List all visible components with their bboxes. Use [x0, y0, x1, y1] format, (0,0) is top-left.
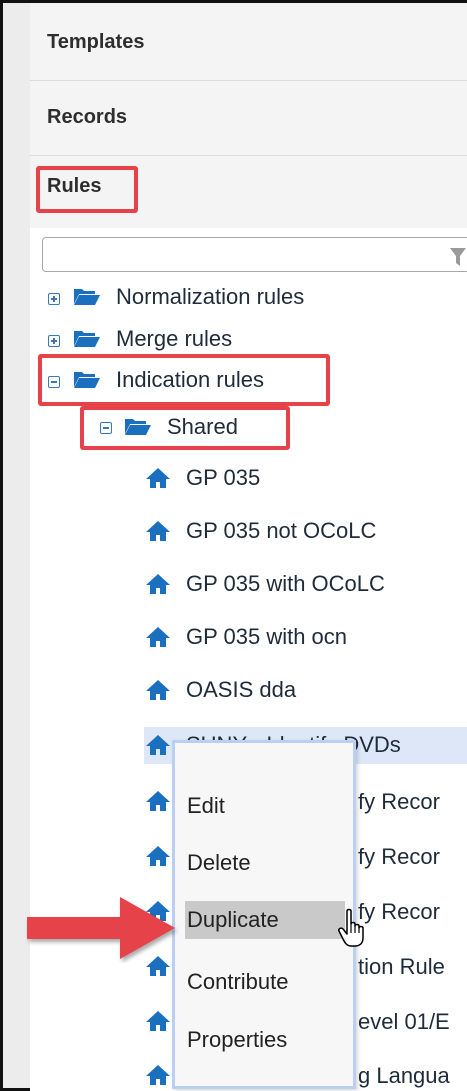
rule-item[interactable]: OASIS dda: [186, 676, 296, 704]
rule-item-partial[interactable]: fy Recor: [358, 788, 440, 816]
tree-filter-input[interactable]: [42, 237, 467, 272]
annotation-rules: [36, 166, 138, 213]
arrow-icon: [27, 897, 175, 959]
tree-node-shared[interactable]: Shared: [167, 413, 238, 441]
home-icon: [146, 574, 170, 594]
rule-item[interactable]: GP 035: [186, 464, 260, 492]
collapse-icon[interactable]: [48, 376, 60, 388]
accordion-records[interactable]: Records: [30, 81, 467, 156]
expand-icon[interactable]: [48, 293, 60, 305]
rule-item-partial[interactable]: g Langua: [358, 1062, 450, 1090]
folder-icon: [74, 331, 100, 347]
home-icon: [146, 735, 170, 755]
rule-item[interactable]: GP 035 with ocn: [186, 623, 347, 651]
menu-item-delete[interactable]: Delete: [187, 844, 251, 882]
menu-item-edit[interactable]: Edit: [187, 787, 225, 825]
tree-node-indication-rules[interactable]: Indication rules: [116, 366, 264, 394]
menu-item-contribute[interactable]: Contribute: [187, 963, 289, 1001]
home-icon: [146, 846, 170, 866]
rule-item-partial[interactable]: fy Recor: [358, 843, 440, 871]
home-icon: [146, 791, 170, 811]
home-icon: [146, 1065, 170, 1085]
folder-icon: [74, 289, 100, 305]
hand-cursor-icon: [338, 908, 364, 947]
rule-item[interactable]: GP 035 with OCoLC: [186, 570, 385, 598]
tree-node-merge-rules[interactable]: Merge rules: [116, 325, 232, 353]
folder-open-icon: [125, 419, 151, 435]
home-icon: [146, 680, 170, 700]
context-menu: Edit Delete Duplicate Contribute Propert…: [172, 740, 356, 1089]
home-icon: [146, 521, 170, 541]
rule-item-partial[interactable]: tion Rule: [358, 953, 445, 981]
menu-item-properties[interactable]: Properties: [187, 1021, 287, 1059]
accordion-templates[interactable]: Templates: [30, 3, 467, 81]
home-icon: [146, 1011, 170, 1031]
rule-item[interactable]: GP 035 not OCoLC: [186, 517, 376, 545]
collapse-icon[interactable]: [100, 422, 112, 434]
rule-item-partial[interactable]: evel 01/E: [358, 1008, 450, 1036]
accordion-templates-label: Templates: [47, 31, 145, 53]
accordion-records-label: Records: [47, 106, 128, 128]
rule-item-partial[interactable]: fy Recor: [358, 898, 440, 926]
filter-icon[interactable]: [449, 246, 467, 268]
home-icon: [146, 468, 170, 488]
folder-open-icon: [74, 372, 100, 388]
menu-item-duplicate[interactable]: Duplicate: [185, 901, 345, 939]
tree-node-normalization-rules[interactable]: Normalization rules: [116, 283, 304, 311]
expand-icon[interactable]: [48, 335, 60, 347]
home-icon: [146, 627, 170, 647]
